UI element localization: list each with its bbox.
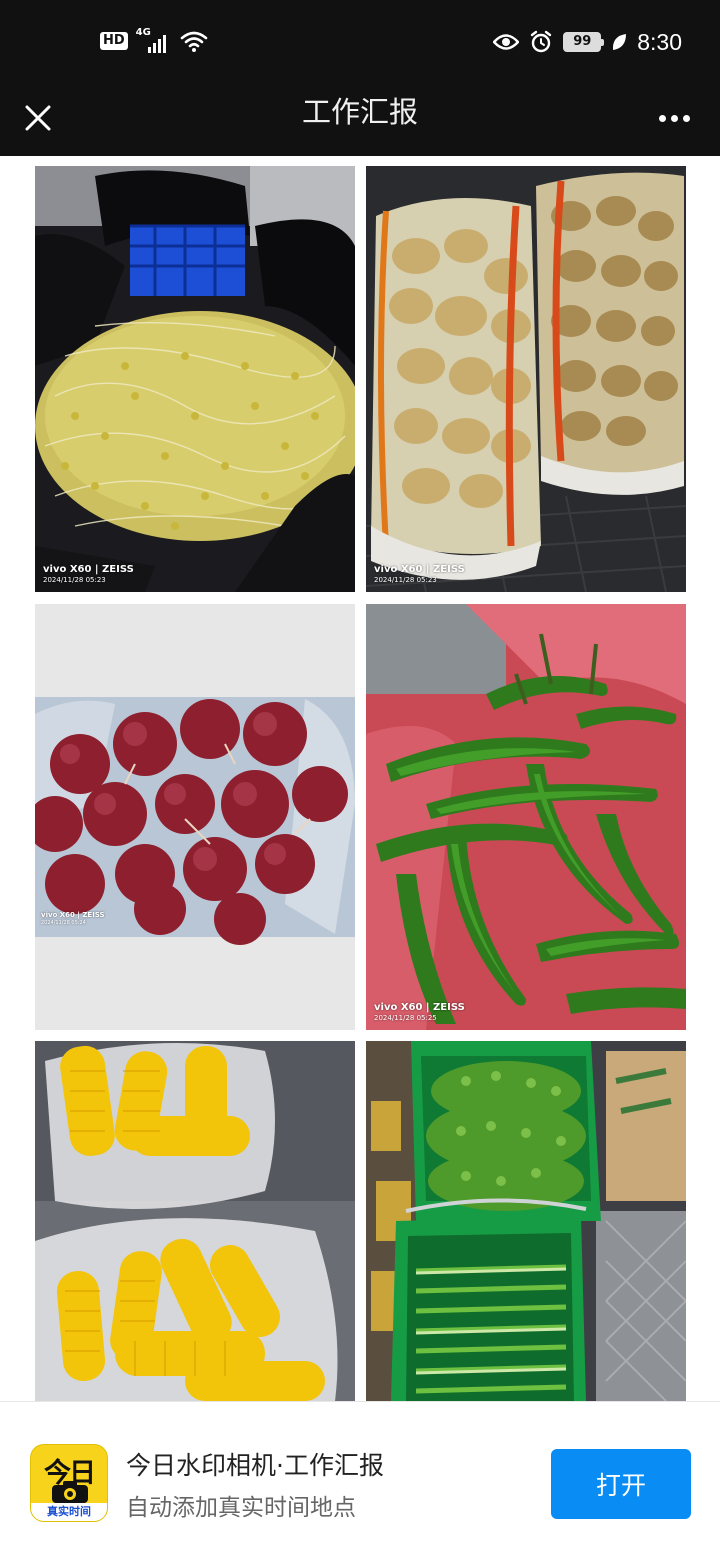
photo-watermark: vivo X60 | ZEISS 2024/11/28 05:25 (374, 1002, 465, 1022)
banner-title: 今日水印相机·工作汇报 (126, 1451, 384, 1480)
battery-level: 99 (573, 34, 592, 49)
watermark-brand: vivo X60 | ZEISS (374, 564, 465, 575)
watermark-datetime: 2024/11/28 05:23 (374, 576, 437, 584)
app-promo-banner[interactable]: 今日 真实时间 今日水印相机·工作汇报 自动添加真实时间地点 打开 (0, 1401, 720, 1560)
watermark-brand: vivo X60 | ZEISS (43, 564, 134, 575)
photo-potatoes[interactable]: vivo X60 | ZEISS 2024/11/28 05:23 (366, 166, 686, 592)
status-bar: HD 4G 99 8:30 (0, 0, 720, 84)
status-left: HD 4G (100, 26, 208, 56)
wifi-icon (180, 31, 207, 52)
photo-scallions[interactable] (366, 1041, 686, 1401)
status-right: 99 8:30 (493, 26, 682, 58)
open-app-button[interactable]: 打开 (551, 1449, 691, 1519)
battery-icon: 99 (563, 32, 605, 52)
more-button[interactable] (652, 98, 696, 138)
alarm-icon (531, 30, 552, 53)
watermark-brand: vivo X60 | ZEISS (374, 1002, 465, 1013)
bean-sprouts-image (35, 166, 355, 592)
more-icon-dot (670, 114, 678, 122)
potatoes-image (366, 166, 686, 592)
watermark-brand: vivo X60 | ZEISS (41, 911, 105, 919)
red-onions-image (35, 604, 355, 1030)
green-peppers-image (366, 604, 686, 1030)
app-icon-caption: 真实时间 (31, 1503, 107, 1521)
photo-watermark: vivo X60 | ZEISS 2024/11/28 05:24 (41, 911, 105, 926)
signal-icon: 4G (136, 27, 172, 55)
hd-badge: HD (100, 32, 128, 50)
photo-watermark: vivo X60 | ZEISS 2024/11/28 05:23 (374, 564, 465, 584)
more-icon-dot (658, 114, 666, 122)
photo-corn[interactable] (35, 1041, 355, 1401)
camera-icon (52, 1481, 88, 1503)
more-icon-dot (682, 114, 690, 122)
nav-bar: 工作汇报 (0, 84, 720, 156)
banner-subtitle: 自动添加真实时间地点 (126, 1495, 356, 1521)
photo-green-peppers[interactable]: vivo X60 | ZEISS 2024/11/28 05:25 (366, 604, 686, 1030)
watermark-datetime: 2024/11/28 05:24 (41, 920, 86, 926)
page-title: 工作汇报 (301, 95, 418, 129)
watermark-datetime: 2024/11/28 05:23 (43, 576, 106, 584)
photo-bean-sprouts[interactable]: vivo X60 | ZEISS 2024/11/28 05:23 (35, 166, 355, 592)
eye-icon (493, 34, 520, 50)
clock: 8:30 (637, 28, 682, 55)
photo-red-onions[interactable]: vivo X60 | ZEISS 2024/11/28 05:24 (35, 604, 355, 1030)
scallions-image (366, 1041, 686, 1401)
photo-grid: vivo X60 | ZEISS 2024/11/28 05:23 vivo X… (0, 156, 720, 1401)
watermark-datetime: 2024/11/28 05:25 (374, 1014, 437, 1022)
app-icon[interactable]: 今日 真实时间 (30, 1444, 108, 1522)
corn-image (35, 1041, 355, 1401)
photo-watermark: vivo X60 | ZEISS 2024/11/28 05:23 (43, 564, 134, 584)
leaf-icon (613, 34, 627, 50)
